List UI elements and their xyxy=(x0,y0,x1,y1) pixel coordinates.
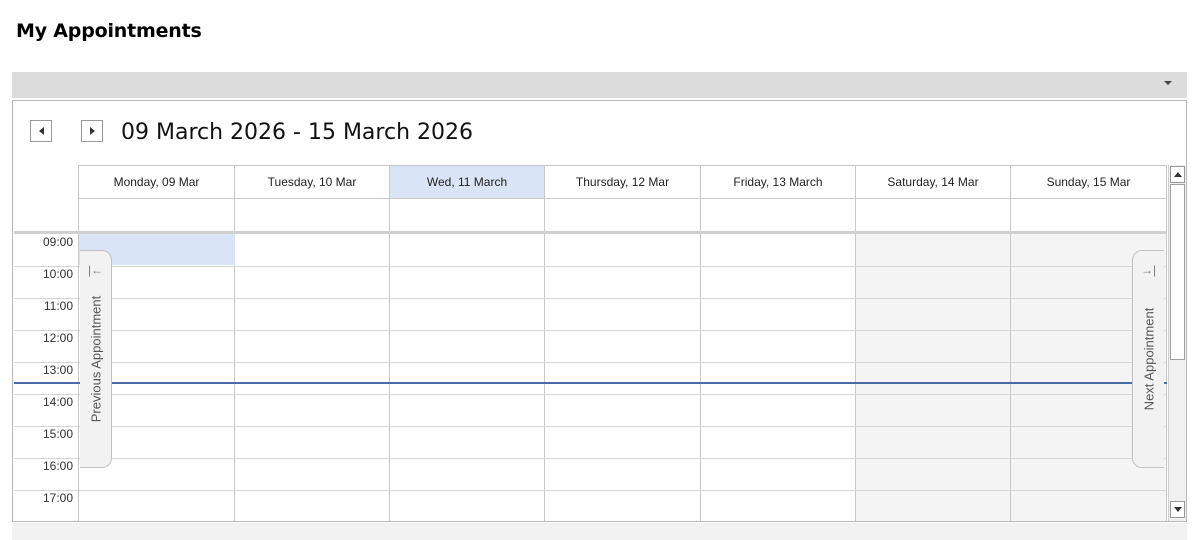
time-label: 17:00 xyxy=(42,491,73,505)
triangle-right-icon xyxy=(89,127,95,135)
day-column[interactable] xyxy=(235,234,390,521)
time-label: 16:00 xyxy=(42,459,73,473)
hour-gridline xyxy=(14,298,1167,299)
time-label: 11:00 xyxy=(43,299,73,313)
all-day-cell[interactable] xyxy=(701,199,856,232)
day-header[interactable]: Wed, 11 March xyxy=(390,165,545,199)
hour-gridline xyxy=(14,458,1167,459)
arrow-to-right-icon: →| xyxy=(1140,263,1157,277)
time-label: 13:00 xyxy=(42,363,73,377)
next-period-button[interactable] xyxy=(81,120,103,142)
hour-gridline xyxy=(14,362,1167,363)
hour-gridline xyxy=(14,490,1167,491)
previous-appointment-tab[interactable]: |← Previous Appointment xyxy=(80,250,112,468)
date-range-caption: 09 March 2026 - 15 March 2026 xyxy=(121,120,473,145)
previous-period-button[interactable] xyxy=(30,120,52,142)
all-day-separator xyxy=(14,231,1167,234)
all-day-cell[interactable] xyxy=(390,199,545,232)
hour-gridline xyxy=(14,266,1167,267)
day-header[interactable]: Monday, 09 Mar xyxy=(79,165,235,199)
day-header[interactable]: Saturday, 14 Mar xyxy=(856,165,1011,199)
day-column[interactable] xyxy=(390,234,545,521)
day-column[interactable] xyxy=(701,234,856,521)
day-header[interactable]: Thursday, 12 Mar xyxy=(545,165,701,199)
all-day-cell[interactable] xyxy=(79,199,235,232)
time-label: 10:00 xyxy=(42,267,73,281)
time-label: 09:00 xyxy=(42,235,73,249)
status-strip xyxy=(12,523,1187,540)
scroll-up-button[interactable] xyxy=(1170,166,1185,183)
previous-appointment-label: Previous Appointment xyxy=(88,295,103,423)
scroll-thumb[interactable] xyxy=(1170,184,1185,360)
all-day-cell[interactable] xyxy=(1011,199,1167,232)
hour-gridline xyxy=(14,394,1167,395)
arrow-to-left-icon: |← xyxy=(87,263,104,277)
triangle-left-icon xyxy=(38,127,44,135)
time-label: 15:00 xyxy=(42,427,73,441)
day-column[interactable] xyxy=(856,234,1011,521)
next-appointment-label: Next Appointment xyxy=(1141,307,1156,411)
hour-gridline xyxy=(14,330,1167,331)
toolbar-strip[interactable] xyxy=(12,72,1187,98)
triangle-up-icon xyxy=(1173,172,1182,177)
day-header[interactable]: Sunday, 15 Mar xyxy=(1011,165,1167,199)
next-appointment-tab[interactable]: →| Next Appointment xyxy=(1132,250,1164,468)
chevron-down-icon[interactable] xyxy=(1164,81,1172,85)
triangle-down-icon xyxy=(1173,507,1182,512)
day-column[interactable] xyxy=(545,234,701,521)
vertical-scrollbar[interactable] xyxy=(1168,165,1186,521)
all-day-cell[interactable] xyxy=(856,199,1011,232)
all-day-cell[interactable] xyxy=(545,199,701,232)
current-time-indicator xyxy=(14,382,1167,384)
all-day-cell[interactable] xyxy=(235,199,390,232)
hour-gridline xyxy=(14,426,1167,427)
day-header[interactable]: Friday, 13 March xyxy=(701,165,856,199)
time-label: 12:00 xyxy=(42,331,73,345)
page-title: My Appointments xyxy=(16,20,202,42)
day-header[interactable]: Tuesday, 10 Mar xyxy=(235,165,390,199)
scroll-down-button[interactable] xyxy=(1170,501,1185,518)
time-label: 14:00 xyxy=(42,395,73,409)
